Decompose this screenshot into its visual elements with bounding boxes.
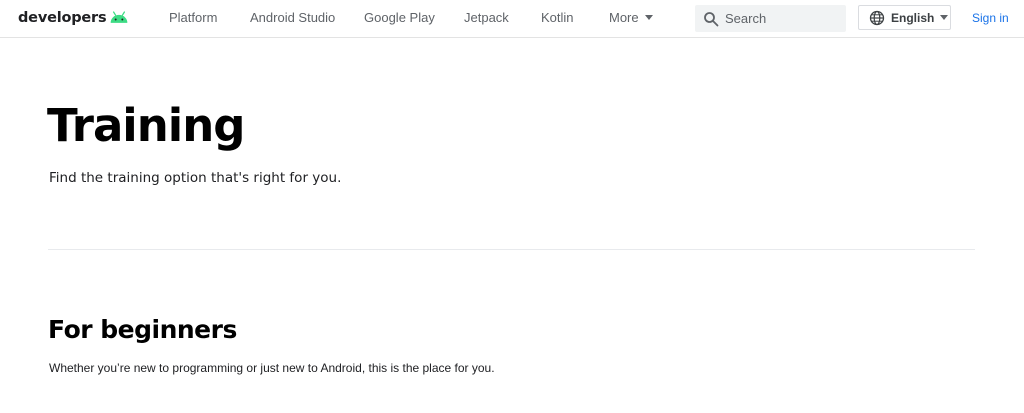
android-head-icon [111,11,128,23]
developers-home-link[interactable]: developers [18,7,129,29]
language-selector[interactable]: English [858,5,951,30]
nav-jetpack[interactable]: Jetpack [464,10,509,25]
section-divider [48,249,975,250]
page-subtitle: Find the training option that's right fo… [49,170,342,186]
sign-in-link[interactable]: Sign in [972,11,1009,25]
globe-icon [869,10,885,25]
nav-android-studio[interactable]: Android Studio [250,10,335,25]
language-caret-down-icon [940,15,949,20]
nav-kotlin[interactable]: Kotlin [541,10,574,25]
nav-more-label: More [609,10,639,25]
page-title: Training [47,99,245,152]
section-heading-beginners: For beginners [48,315,237,344]
nav-platform[interactable]: Platform [169,10,217,25]
search-box[interactable] [695,5,846,32]
search-input[interactable] [725,11,835,26]
section-description-beginners: Whether you’re new to programming or jus… [49,361,495,375]
nav-google-play[interactable]: Google Play [364,10,435,25]
caret-down-icon [644,15,653,20]
top-navigation-bar: developers Platform Android Studio Googl… [0,0,1024,38]
language-selected-value: English [891,10,935,25]
brand-wordmark: developers [18,10,107,26]
search-icon [704,11,719,26]
nav-more-menu[interactable]: More [609,10,653,25]
